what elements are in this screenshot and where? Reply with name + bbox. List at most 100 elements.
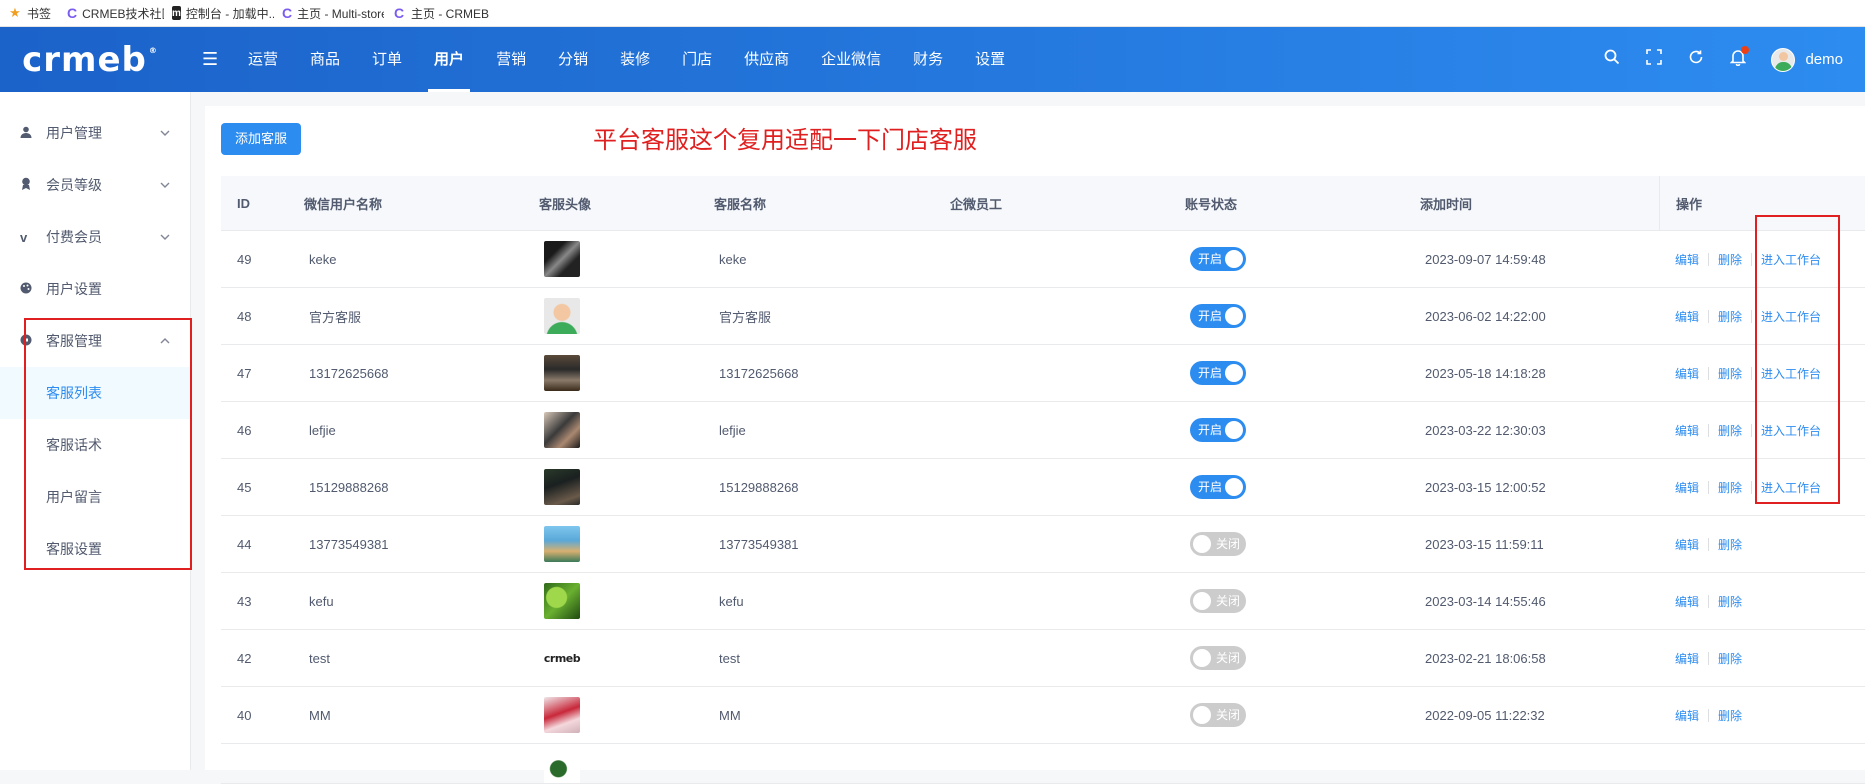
- status-switch[interactable]: 关闭: [1190, 646, 1246, 670]
- nav-yonghu[interactable]: 用户: [418, 27, 480, 92]
- service-avatar-image[interactable]: [544, 298, 580, 334]
- divider: [1708, 481, 1709, 494]
- edit-link[interactable]: 编辑: [1675, 479, 1699, 496]
- m-logo-icon: m: [172, 6, 181, 20]
- row-time: 2023-06-02 14:22:00: [1404, 309, 1659, 324]
- member-icon: [20, 177, 46, 193]
- col-actions: 操作: [1659, 176, 1865, 231]
- delete-link[interactable]: 删除: [1718, 650, 1742, 667]
- workbench-link[interactable]: 进入工作台: [1761, 365, 1821, 382]
- row-time: 2023-03-15 11:59:11: [1404, 537, 1659, 552]
- fullscreen-icon[interactable]: [1633, 49, 1675, 70]
- delete-link[interactable]: 删除: [1718, 308, 1742, 325]
- username[interactable]: demo: [1805, 51, 1843, 68]
- row-time: 2023-03-22 12:30:03: [1404, 423, 1659, 438]
- vip-icon: v: [20, 230, 46, 245]
- service-avatar-image[interactable]: [544, 697, 580, 733]
- nav-yingxiao[interactable]: 营销: [480, 27, 542, 92]
- sidebar-item-user-management[interactable]: 用户管理: [0, 107, 190, 159]
- status-switch[interactable]: 关闭: [1190, 532, 1246, 556]
- nav-yunying[interactable]: 运营: [232, 27, 294, 92]
- service-avatar-image[interactable]: [544, 355, 580, 391]
- crmeb-logo-avatar[interactable]: crmeb: [544, 640, 580, 676]
- palette-icon: [20, 282, 46, 297]
- sidebar-sub-user-messages[interactable]: 用户留言: [0, 471, 190, 523]
- service-avatar-image[interactable]: [544, 241, 580, 277]
- divider: [1708, 367, 1709, 380]
- divider: [1708, 424, 1709, 437]
- bookmark-crmeb-home[interactable]: C主页 - CRMEB: [384, 0, 497, 27]
- refresh-icon[interactable]: [1675, 49, 1717, 70]
- edit-link[interactable]: 编辑: [1675, 650, 1699, 667]
- search-icon[interactable]: [1591, 49, 1633, 70]
- delete-link[interactable]: 删除: [1718, 593, 1742, 610]
- service-avatar-image[interactable]: [544, 412, 580, 448]
- table-row: 44 13773549381 13773549381 关闭 2023-03-15…: [221, 516, 1865, 573]
- nav-shangpin[interactable]: 商品: [294, 27, 356, 92]
- user-icon: [20, 126, 46, 141]
- nav-caiwu[interactable]: 财务: [897, 27, 959, 92]
- avatar[interactable]: [1771, 48, 1795, 72]
- nav-gongyingshang[interactable]: 供应商: [728, 27, 805, 92]
- status-switch[interactable]: 关闭: [1190, 703, 1246, 727]
- row-wx-name: 13773549381: [288, 537, 523, 552]
- status-switch[interactable]: 开启: [1190, 361, 1246, 385]
- nav-qiyeweixin[interactable]: 企业微信: [805, 27, 897, 92]
- status-switch[interactable]: 开启: [1190, 247, 1246, 271]
- delete-link[interactable]: 删除: [1718, 365, 1742, 382]
- nav-fenxiao[interactable]: 分销: [542, 27, 604, 92]
- nav-dingdan[interactable]: 订单: [356, 27, 418, 92]
- sidebar-sub-service-list[interactable]: 客服列表: [0, 367, 190, 419]
- edit-link[interactable]: 编辑: [1675, 251, 1699, 268]
- edit-link[interactable]: 编辑: [1675, 707, 1699, 724]
- sidebar-item-paid-member[interactable]: v 付费会员: [0, 211, 190, 263]
- bookmark-crmeb-community[interactable]: CCRMEB技术社区|: [59, 0, 164, 27]
- workbench-link[interactable]: 进入工作台: [1761, 308, 1821, 325]
- workbench-link[interactable]: 进入工作台: [1761, 422, 1821, 439]
- edit-link[interactable]: 编辑: [1675, 593, 1699, 610]
- service-avatar-image[interactable]: [544, 469, 580, 505]
- row-wx-name: MM: [288, 708, 523, 723]
- row-wx-name: kefu: [288, 594, 523, 609]
- status-switch[interactable]: 开启: [1190, 475, 1246, 499]
- sidebar-item-user-settings[interactable]: 用户设置: [0, 263, 190, 315]
- delete-link[interactable]: 删除: [1718, 422, 1742, 439]
- status-switch[interactable]: 开启: [1190, 304, 1246, 328]
- workbench-link[interactable]: 进入工作台: [1761, 479, 1821, 496]
- bookmark-folder[interactable]: ★书签: [0, 0, 59, 27]
- status-switch[interactable]: 开启: [1190, 418, 1246, 442]
- add-service-button[interactable]: 添加客服: [221, 123, 301, 155]
- workbench-link[interactable]: 进入工作台: [1761, 251, 1821, 268]
- nav-mendian[interactable]: 门店: [666, 27, 728, 92]
- bookmark-multi-store[interactable]: C主页 - Multi-store: [274, 0, 384, 27]
- bookmark-console[interactable]: m控制台 - 加载中...: [164, 0, 274, 27]
- menu-collapse-icon[interactable]: ☰: [202, 49, 232, 70]
- sidebar-item-member-level[interactable]: 会员等级: [0, 159, 190, 211]
- edit-link[interactable]: 编辑: [1675, 422, 1699, 439]
- service-avatar-image[interactable]: [544, 583, 580, 619]
- status-switch[interactable]: 关闭: [1190, 589, 1246, 613]
- table-row: 43 kefu kefu 关闭 2023-03-14 14:55:46 编辑 删…: [221, 573, 1865, 630]
- service-avatar-image[interactable]: [544, 526, 580, 562]
- sidebar-item-service-management[interactable]: 客服管理: [0, 315, 190, 367]
- delete-link[interactable]: 删除: [1718, 479, 1742, 496]
- delete-link[interactable]: 删除: [1718, 251, 1742, 268]
- col-status: 账号状态: [1169, 194, 1404, 213]
- service-avatar-image[interactable]: [544, 758, 580, 784]
- delete-link[interactable]: 删除: [1718, 536, 1742, 553]
- edit-link[interactable]: 编辑: [1675, 536, 1699, 553]
- sidebar-sub-service-settings[interactable]: 客服设置: [0, 523, 190, 575]
- edit-link[interactable]: 编辑: [1675, 365, 1699, 382]
- divider: [1708, 538, 1709, 551]
- nav-zhuangxiu[interactable]: 装修: [604, 27, 666, 92]
- row-time: 2023-03-14 14:55:46: [1404, 594, 1659, 609]
- col-wx-name: 微信用户名称: [288, 194, 523, 213]
- table-row-partial: [221, 744, 1865, 784]
- bell-icon[interactable]: [1717, 49, 1759, 71]
- edit-link[interactable]: 编辑: [1675, 308, 1699, 325]
- delete-link[interactable]: 删除: [1718, 707, 1742, 724]
- sidebar-sub-service-scripts[interactable]: 客服话术: [0, 419, 190, 471]
- row-service-name: keke: [698, 252, 934, 267]
- crmeb-logo[interactable]: crmeb®: [0, 27, 180, 92]
- nav-shezhi[interactable]: 设置: [959, 27, 1021, 92]
